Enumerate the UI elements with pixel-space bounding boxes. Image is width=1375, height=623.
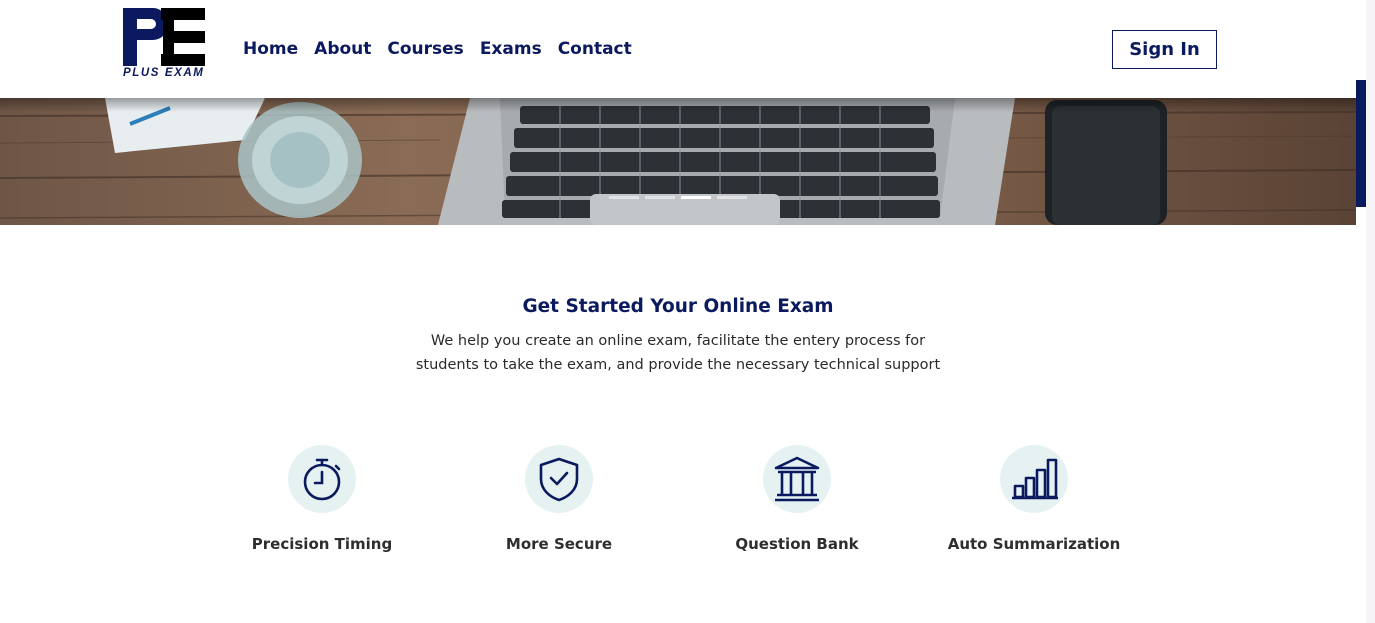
feature-label: Question Bank (735, 535, 859, 553)
carousel-indicator[interactable] (609, 196, 639, 199)
feature-icon-circle (763, 445, 831, 513)
nav-link-courses[interactable]: Courses (387, 38, 463, 60)
nav-link-exams[interactable]: Exams (480, 38, 542, 60)
hero-carousel (0, 98, 1356, 225)
feature-label: Auto Summarization (947, 535, 1121, 553)
site-header: PLUS EXAM Home About Courses Exams Conta… (0, 0, 1356, 98)
bar-chart-icon (1012, 458, 1058, 500)
scrollbar-track[interactable] (1366, 0, 1375, 623)
feature-icon-circle (525, 445, 593, 513)
feature-precision-timing: Precision Timing (212, 445, 432, 553)
hero-image (0, 98, 1356, 225)
stopwatch-icon (303, 458, 341, 501)
shield-check-icon (539, 457, 579, 502)
nav-link-home[interactable]: Home (243, 38, 298, 60)
feature-label: Precision Timing (251, 535, 393, 553)
feature-label: More Secure (505, 535, 613, 553)
carousel-indicator[interactable] (717, 196, 747, 199)
scrollbar-thumb[interactable] (1356, 80, 1366, 207)
institution-icon (774, 456, 820, 502)
section-title: Get Started Your Online Exam (522, 296, 834, 317)
sign-in-button[interactable]: Sign In (1112, 30, 1217, 69)
nav-link-about[interactable]: About (314, 38, 371, 60)
feature-auto-summarization: Auto Summarization (924, 445, 1144, 553)
feature-icon-circle (1000, 445, 1068, 513)
main-nav: Home About Courses Exams Contact (243, 38, 632, 60)
plus-exam-logo[interactable]: PLUS EXAM (123, 8, 207, 82)
feature-icon-circle (288, 445, 356, 513)
feature-more-secure: More Secure (449, 445, 669, 553)
nav-link-contact[interactable]: Contact (558, 38, 632, 60)
section-description: We help you create an online exam, facil… (415, 333, 941, 373)
carousel-indicator[interactable] (681, 196, 711, 199)
logo-text: PLUS EXAM (123, 67, 205, 79)
carousel-indicators (609, 196, 747, 199)
logo-mark (123, 8, 205, 66)
hero-shadow (0, 98, 1356, 112)
carousel-indicator[interactable] (645, 196, 675, 199)
feature-question-bank: Question Bank (687, 445, 907, 553)
